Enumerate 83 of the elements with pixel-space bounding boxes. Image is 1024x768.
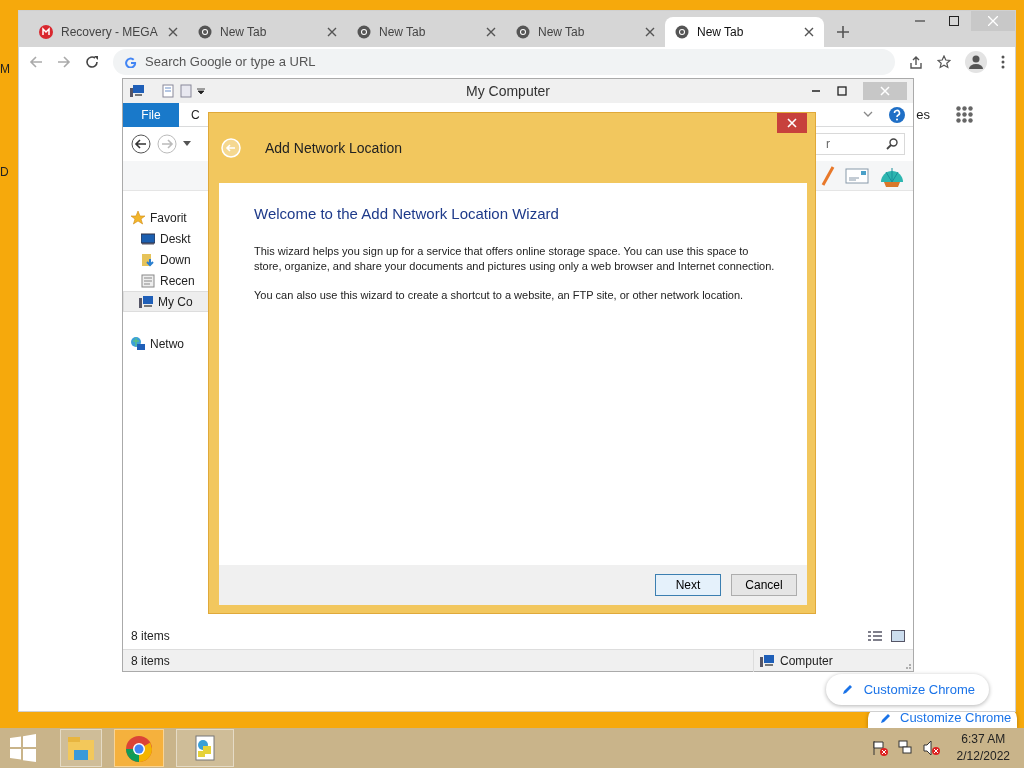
card-icon[interactable] (845, 167, 869, 184)
browser-tab[interactable]: New Tab (188, 17, 347, 47)
chrome-icon (124, 734, 154, 762)
details-view-icon[interactable] (867, 630, 883, 642)
nav-item[interactable]: Netwo (131, 333, 209, 354)
minimize-icon (915, 20, 925, 22)
nav-item[interactable]: Recen (131, 270, 209, 291)
help-icon[interactable] (889, 106, 905, 123)
cancel-button[interactable]: Cancel (731, 574, 797, 596)
search-icon (886, 138, 898, 150)
browser-tab[interactable]: New Tab (665, 17, 824, 47)
link[interactable]: es (916, 105, 930, 125)
star-icon (131, 210, 145, 225)
close-icon (988, 16, 998, 26)
pencil-icon[interactable] (821, 164, 835, 187)
network-icon (131, 336, 145, 351)
close-icon (880, 86, 890, 96)
next-button[interactable]: Next (655, 574, 721, 596)
pencil-icon (841, 683, 854, 696)
flag-icon[interactable] (870, 740, 889, 756)
avatar-icon[interactable] (965, 51, 987, 73)
back-icon[interactable] (131, 134, 151, 154)
status-text: Computer (780, 652, 833, 670)
ribbon-tab[interactable]: C (191, 105, 200, 124)
chevron-icon[interactable] (863, 110, 873, 119)
share-icon[interactable] (909, 55, 923, 69)
dialog-heading: Welcome to the Add Network Location Wizard (254, 204, 560, 224)
document-icon (141, 273, 155, 288)
computer-icon (129, 84, 145, 98)
browser-tab[interactable]: New Tab (506, 17, 665, 47)
nav-item[interactable]: My Co (123, 291, 209, 312)
desktop-icon-label: M (0, 61, 10, 78)
google-icon (125, 56, 137, 68)
desktop-icon-label: D (0, 164, 9, 181)
folder-icon (141, 252, 155, 267)
address-bar[interactable]: Search Google or type a URL (113, 49, 895, 75)
star-icon[interactable] (937, 55, 951, 69)
computer-icon (760, 653, 776, 668)
reload-icon[interactable] (85, 55, 99, 69)
chrome-icon (198, 25, 212, 39)
new-tab-icon[interactable] (836, 25, 850, 39)
dropdown-icon[interactable] (183, 141, 191, 147)
close-icon[interactable] (327, 27, 337, 37)
window-title: My Computer (465, 81, 551, 101)
chrome-icon (357, 25, 371, 39)
browser-tab[interactable]: New Tab (347, 17, 506, 47)
speaker-icon[interactable] (922, 740, 941, 756)
desktop-icon (141, 231, 155, 246)
mega-icon (39, 25, 53, 39)
minimize-icon[interactable] (811, 90, 821, 92)
computer-icon (139, 294, 153, 309)
dropdown-icon[interactable] (197, 87, 205, 95)
close-icon[interactable] (168, 27, 178, 37)
nav-item[interactable]: Favorit (131, 207, 209, 228)
close-icon[interactable] (804, 27, 814, 37)
network-icon[interactable] (896, 740, 915, 756)
maximize-icon (949, 16, 959, 26)
close-icon[interactable] (486, 27, 496, 37)
browser-tab[interactable]: Recovery - MEGA (29, 17, 188, 47)
paragraph: You can also use this wizard to create a shortcut to a website, an FTP site, or other network location. (254, 287, 745, 303)
folder-icon (66, 734, 96, 762)
chrome-icon (516, 25, 530, 39)
chrome-icon (675, 25, 689, 39)
clock[interactable]: 6:37 AM 2/12/2022 (956, 731, 1010, 765)
nav-item[interactable]: Down (131, 249, 209, 270)
paragraph: This wizard helps you sign up for a service that offers online storage space. You can use this space to store, organize, and share your documents and pictures using only a web browser and Internet connection. (254, 243, 776, 274)
menu-icon[interactable] (1001, 55, 1005, 69)
close-icon[interactable] (645, 27, 655, 37)
maximize-icon[interactable] (837, 86, 847, 96)
status-text: 8 items (130, 652, 170, 670)
start-icon[interactable] (8, 734, 38, 762)
taskbar-button[interactable] (176, 729, 234, 767)
customize-chrome-button[interactable]: Customize Chrome (825, 673, 989, 705)
item-count: 8 items (131, 628, 170, 645)
address-placeholder: Search Google or type a URL (145, 53, 316, 72)
dialog-title: Add Network Location (265, 138, 402, 158)
apps-icon[interactable] (956, 106, 973, 124)
close-icon (787, 118, 797, 128)
tiles-view-icon[interactable] (891, 630, 905, 642)
nav-item[interactable]: Deskt (131, 228, 209, 249)
close-button[interactable] (777, 113, 807, 133)
taskbar-button[interactable] (114, 729, 164, 767)
file-tab[interactable]: File (123, 102, 179, 127)
